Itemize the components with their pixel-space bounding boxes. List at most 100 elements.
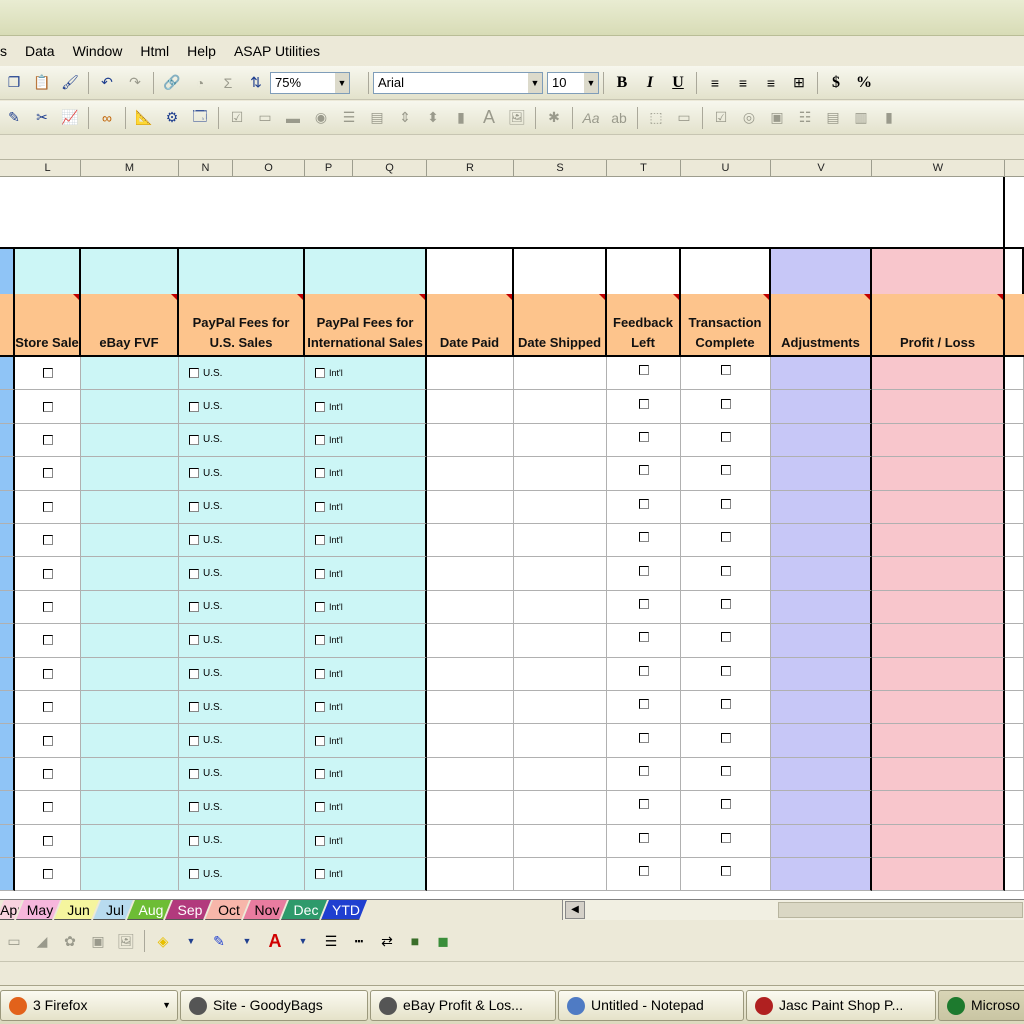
band-cell[interactable] (681, 247, 771, 294)
table-cell[interactable] (0, 858, 15, 892)
wordart-icon[interactable]: ◢ (30, 929, 54, 953)
row-checkbox[interactable] (189, 501, 199, 512)
command-button-icon[interactable]: ▭ (672, 106, 696, 130)
table-cell[interactable] (872, 824, 1005, 858)
table-cell[interactable]: Int'l (305, 557, 427, 591)
table-cell[interactable] (681, 858, 771, 892)
table-cell[interactable] (872, 724, 1005, 758)
sheet-tab-jun[interactable]: Jun (54, 900, 99, 920)
taskbar-item[interactable]: Jasc Paint Shop P... (746, 990, 936, 1021)
currency-button[interactable]: $ (824, 71, 848, 95)
table-cell[interactable] (81, 824, 179, 858)
column-header-M[interactable]: M (81, 160, 179, 177)
row-checkbox[interactable] (189, 535, 199, 546)
table-cell[interactable] (1005, 624, 1024, 658)
table-cell[interactable] (81, 590, 179, 625)
table-cell[interactable] (427, 457, 514, 491)
row-checkbox[interactable] (42, 535, 53, 546)
table-cell[interactable] (872, 657, 1005, 691)
taskbar-item[interactable]: eBay Profit & Los... (370, 990, 556, 1021)
table-cell[interactable]: U.S. (179, 657, 305, 691)
table-cell[interactable] (81, 624, 179, 658)
table-cell[interactable] (1005, 858, 1024, 892)
header-ebay-fvf[interactable]: eBay FVF (81, 294, 179, 357)
align-left-icon[interactable]: ≡ (703, 71, 727, 95)
frame-icon[interactable]: ⬚ (644, 106, 668, 130)
table-cell[interactable] (872, 590, 1005, 625)
table-cell[interactable] (427, 757, 514, 792)
row-checkbox[interactable] (638, 498, 649, 509)
table-cell[interactable] (514, 590, 607, 625)
more-controls-icon[interactable]: ✱ (542, 106, 566, 130)
band-cell[interactable] (15, 247, 81, 294)
table-cell[interactable]: U.S. (179, 357, 305, 391)
table-cell[interactable] (771, 824, 872, 858)
header-paypal-intl[interactable]: PayPal Fees for International Sales (305, 294, 427, 357)
row-checkbox[interactable] (189, 702, 199, 713)
table-cell[interactable] (15, 657, 81, 691)
row-checkbox[interactable] (42, 368, 53, 379)
column-header-W[interactable]: W (872, 160, 1005, 177)
row-checkbox[interactable] (42, 802, 53, 813)
row-checkbox[interactable] (638, 465, 649, 476)
table-cell[interactable] (15, 824, 81, 858)
table-cell[interactable] (607, 724, 681, 758)
table-cell[interactable] (771, 557, 872, 591)
row-checkbox[interactable] (42, 468, 53, 479)
option-button-icon[interactable]: ◉ (309, 106, 333, 130)
table-cell[interactable] (0, 490, 15, 524)
table-cell[interactable]: Int'l (305, 590, 427, 625)
zoom-select[interactable]: 75% ▼ (270, 71, 350, 94)
row-checkbox[interactable] (189, 835, 199, 846)
table-cell[interactable] (1005, 691, 1024, 725)
table-cell[interactable] (771, 490, 872, 524)
row-checkbox[interactable] (189, 668, 199, 679)
row-checkbox[interactable] (638, 632, 649, 643)
row-checkbox[interactable] (720, 398, 731, 409)
table-cell[interactable] (15, 858, 81, 892)
table-cell[interactable] (607, 824, 681, 858)
table-cell[interactable]: Int'l (305, 691, 427, 725)
table-cell[interactable] (15, 390, 81, 424)
table-cell[interactable] (427, 557, 514, 591)
table-cell[interactable] (81, 390, 179, 424)
row-checkbox[interactable] (315, 434, 325, 445)
table-cell[interactable]: Int'l (305, 423, 427, 458)
table-cell[interactable]: U.S. (179, 858, 305, 892)
table-cell[interactable] (427, 490, 514, 524)
table-cell[interactable] (771, 657, 872, 691)
table-cell[interactable] (872, 490, 1005, 524)
table-cell[interactable] (15, 357, 81, 391)
row-checkbox[interactable] (42, 668, 53, 679)
row-checkbox[interactable] (720, 799, 731, 810)
table-cell[interactable] (872, 624, 1005, 658)
row-checkbox[interactable] (189, 401, 199, 412)
table-cell[interactable] (15, 490, 81, 524)
option-button-2-icon[interactable]: ◎ (737, 106, 761, 130)
table-cell[interactable]: U.S. (179, 724, 305, 758)
sheet-tab-ytd[interactable]: YTD (321, 900, 367, 920)
spinner-icon[interactable]: ⬍ (421, 106, 445, 130)
table-cell[interactable] (771, 457, 872, 491)
list-box-2-icon[interactable]: ☷ (793, 106, 817, 130)
table-cell[interactable] (427, 590, 514, 625)
column-header-V[interactable]: V (771, 160, 872, 177)
table-cell[interactable] (427, 423, 514, 458)
table-cell[interactable] (427, 624, 514, 658)
table-cell[interactable] (681, 590, 771, 625)
table-cell[interactable] (81, 657, 179, 691)
table-cell[interactable] (514, 724, 607, 758)
table-cell[interactable] (681, 657, 771, 691)
row-checkbox[interactable] (638, 732, 649, 743)
column-header-L[interactable]: L (15, 160, 81, 177)
header-prev-partial[interactable] (0, 294, 15, 357)
group-box-icon[interactable]: ▣ (765, 106, 789, 130)
table-cell[interactable] (1005, 423, 1024, 458)
column-header-O[interactable]: O (233, 160, 305, 177)
table-cell[interactable] (1005, 524, 1024, 558)
table-cell[interactable] (607, 524, 681, 558)
table-cell[interactable] (607, 657, 681, 691)
table-cell[interactable] (771, 858, 872, 892)
table-cell[interactable] (607, 357, 681, 391)
taskbar-item[interactable]: Microso (938, 990, 1024, 1021)
